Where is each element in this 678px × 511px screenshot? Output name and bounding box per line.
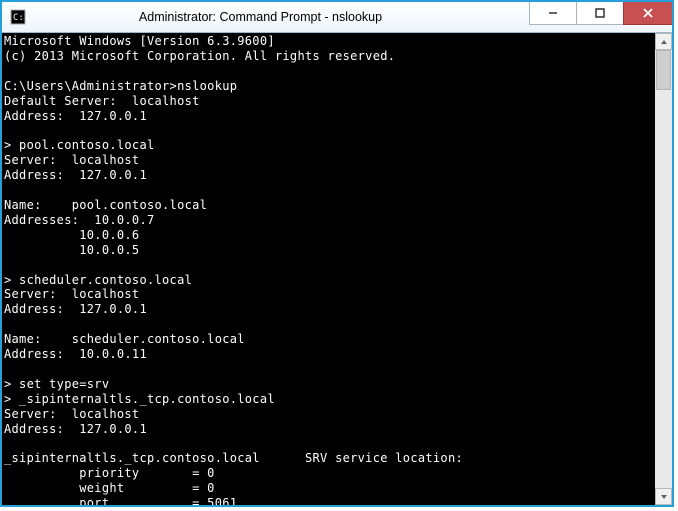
- svg-text:C:: C:: [13, 13, 24, 23]
- vertical-scrollbar[interactable]: [655, 33, 672, 505]
- terminal-output[interactable]: Microsoft Windows [Version 6.3.9600] (c)…: [2, 33, 655, 505]
- window-title: Administrator: Command Prompt - nslookup: [32, 10, 489, 24]
- window-controls: [529, 2, 672, 24]
- command-prompt-window: C: Administrator: Command Prompt - nsloo…: [0, 0, 674, 507]
- minimize-button[interactable]: [529, 2, 576, 25]
- titlebar[interactable]: C: Administrator: Command Prompt - nsloo…: [2, 2, 672, 33]
- scroll-track[interactable]: [655, 50, 672, 488]
- maximize-button[interactable]: [576, 2, 623, 25]
- content-area: Microsoft Windows [Version 6.3.9600] (c)…: [2, 33, 672, 505]
- close-button[interactable]: [623, 2, 672, 25]
- scroll-thumb[interactable]: [656, 50, 671, 90]
- scroll-up-button[interactable]: [655, 33, 672, 50]
- cmd-icon: C:: [10, 9, 26, 25]
- scroll-down-button[interactable]: [655, 488, 672, 505]
